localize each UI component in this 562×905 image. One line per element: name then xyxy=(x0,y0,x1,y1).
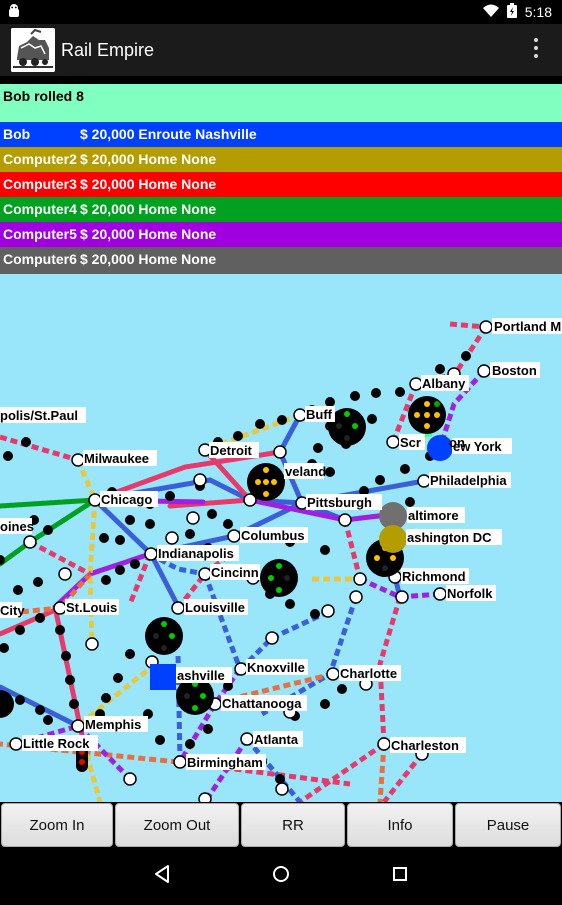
city-label: Birmingham xyxy=(187,755,263,770)
city-label: ashville xyxy=(177,668,225,683)
city-label: Knoxville xyxy=(247,660,305,675)
train-logo-icon xyxy=(11,28,55,72)
player-info: $ 20,000 Home None xyxy=(80,151,217,167)
player-name: Computer6 xyxy=(3,251,77,267)
player-info: $ 20,000 Enroute Nashville xyxy=(80,126,257,142)
player-row-computer2: Computer2 $ 20,000 Home None xyxy=(0,147,562,172)
city-label: ashington DC xyxy=(407,530,492,545)
divider xyxy=(0,76,562,84)
app-bar: Rail Empire xyxy=(0,24,562,76)
city-label: veland xyxy=(285,464,326,479)
city-label: Pittsburgh xyxy=(307,495,372,510)
zoom-in-button[interactable]: Zoom In xyxy=(1,803,113,847)
wifi-icon xyxy=(482,4,499,20)
city-label: Albany xyxy=(422,376,466,391)
message-text: Bob rolled 8 xyxy=(3,88,84,104)
game-map[interactable]: Portland M Boston Albany polis/St.Paul B… xyxy=(0,274,562,802)
button-bar: Zoom In Zoom Out RR Info Pause xyxy=(0,802,562,848)
city-label: Atlanta xyxy=(254,732,299,747)
city-label: Cincinn xyxy=(211,565,259,580)
city-label: Portland M xyxy=(494,319,561,334)
city-label: City xyxy=(0,603,25,618)
clock: 5:18 xyxy=(524,4,552,20)
city-label: altimore xyxy=(408,508,459,523)
player-name: Computer4 xyxy=(3,201,77,217)
city-label: Buff xyxy=(306,407,333,422)
message-banner: Bob rolled 8 xyxy=(0,84,562,122)
player-name: Computer2 xyxy=(3,151,77,167)
home-icon[interactable] xyxy=(273,866,289,882)
player-info: $ 20,000 Home None xyxy=(80,176,217,192)
info-button[interactable]: Info xyxy=(347,803,453,847)
player-row-computer6: Computer6 $ 20,000 Home None xyxy=(0,247,562,274)
hub-cleveland[interactable] xyxy=(247,463,285,501)
city-label: Scr xyxy=(400,435,421,450)
hub-albany[interactable] xyxy=(408,396,446,434)
city-label: Memphis xyxy=(85,717,141,732)
player-row-computer4: Computer4 $ 20,000 Home None xyxy=(0,197,562,222)
city-label: Detroit xyxy=(210,443,253,458)
battery-icon xyxy=(506,3,517,21)
player-token-computer2[interactable] xyxy=(379,525,407,553)
city-label: Chattanooga xyxy=(222,696,302,711)
city-label: Boston xyxy=(492,363,537,378)
player-row-computer3: Computer3 $ 20,000 Home None xyxy=(0,172,562,197)
player-name: Computer3 xyxy=(3,176,77,192)
navigation-bar xyxy=(0,848,562,900)
back-icon[interactable] xyxy=(155,865,169,883)
app-title: Rail Empire xyxy=(61,40,155,60)
city-label: polis/St.Paul xyxy=(0,408,78,423)
city-label: oines xyxy=(0,519,34,534)
player-name: Bob xyxy=(3,126,31,142)
city-label: Chicago xyxy=(101,492,152,507)
player-info: $ 20,000 Home None xyxy=(80,201,217,217)
status-bar: 5:18 xyxy=(0,0,562,24)
player-train-bob[interactable] xyxy=(150,664,176,690)
recents-icon[interactable] xyxy=(393,867,407,881)
player-name: Computer5 xyxy=(3,226,77,242)
city-label: Norfolk xyxy=(447,586,493,601)
city-label: Little Rock xyxy=(23,736,90,751)
city-label: Charleston xyxy=(391,738,459,753)
player-info: $ 20,000 Home None xyxy=(80,226,217,242)
city-label: Milwaukee xyxy=(84,451,149,466)
rr-button[interactable]: RR xyxy=(241,803,345,847)
city-label: Louisville xyxy=(185,600,245,615)
city-label: Columbus xyxy=(241,528,305,543)
player-row-bob: Bob $ 20,000 Enroute Nashville xyxy=(0,122,562,147)
pause-button[interactable]: Pause xyxy=(455,803,561,847)
city-label: St.Louis xyxy=(66,600,117,615)
hub-louisville[interactable] xyxy=(145,617,183,655)
city-label: Charlotte xyxy=(340,666,397,681)
city-label: Philadelphia xyxy=(430,473,507,488)
player-row-computer5: Computer5 $ 20,000 Home None xyxy=(0,222,562,247)
hub-cincinnati[interactable] xyxy=(260,559,298,597)
android-debug-icon xyxy=(8,4,20,21)
zoom-out-button[interactable]: Zoom Out xyxy=(115,803,239,847)
city-label: Richmond xyxy=(402,569,466,584)
overflow-menu-icon[interactable] xyxy=(532,38,540,62)
city-label: on xyxy=(449,435,465,450)
player-info: $ 20,000 Home None xyxy=(80,251,217,267)
city-label: Indianapolis xyxy=(158,546,234,561)
